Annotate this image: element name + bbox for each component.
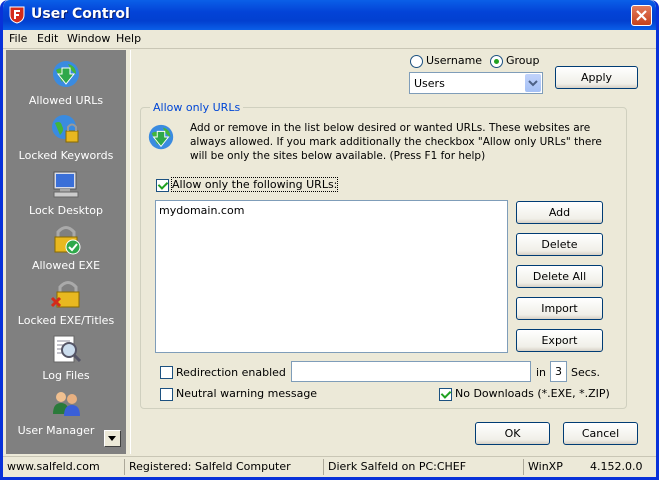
in-label: in bbox=[536, 366, 547, 379]
status-os: WinXP bbox=[523, 459, 563, 475]
ok-button[interactable]: OK bbox=[475, 422, 550, 445]
chevron-down-icon bbox=[528, 80, 538, 87]
redirection-checkbox-label: Redirection enabled bbox=[176, 366, 286, 379]
sidebar-label: Log Files bbox=[42, 369, 90, 382]
menu-bar: File Edit Window Help bbox=[3, 30, 656, 49]
sidebar-label: Locked EXE/Titles bbox=[17, 314, 115, 327]
delete-button[interactable]: Delete bbox=[516, 233, 603, 256]
title-bar[interactable]: User Control bbox=[3, 0, 656, 30]
cancel-button[interactable]: Cancel bbox=[563, 422, 638, 445]
user-group-select-value: Users bbox=[414, 77, 445, 90]
allow-only-checkbox-label[interactable]: Allow only the following URLs: bbox=[170, 177, 339, 192]
sidebar-label: Locked Keywords bbox=[18, 149, 114, 162]
allow-only-urls-group: Allow only URLs Add or remove in the lis… bbox=[140, 101, 627, 409]
menu-help[interactable]: Help bbox=[116, 32, 141, 45]
close-button[interactable] bbox=[631, 5, 652, 26]
status-bar: www.salfeld.com Registered: Salfeld Comp… bbox=[3, 456, 656, 477]
export-button[interactable]: Export bbox=[516, 329, 603, 352]
sidebar-item-locked-exe-titles[interactable]: Locked EXE/Titles bbox=[6, 278, 126, 333]
sidebar-label: User Manager bbox=[17, 424, 95, 437]
sidebar-label: Lock Desktop bbox=[29, 204, 103, 217]
sidebar-item-log-files[interactable]: Log Files bbox=[6, 333, 126, 388]
user-group-select[interactable]: Users bbox=[409, 72, 543, 94]
lock-check-icon bbox=[54, 226, 81, 255]
list-item[interactable]: mydomain.com bbox=[159, 204, 244, 217]
seconds-input[interactable]: 3 bbox=[550, 361, 567, 382]
status-user: Dierk Salfeld on PC:CHEF bbox=[323, 459, 466, 475]
username-radio[interactable] bbox=[410, 55, 423, 68]
status-registered: Registered: Salfeld Computer bbox=[124, 459, 291, 475]
menu-file[interactable]: File bbox=[9, 32, 27, 45]
allow-only-checkbox[interactable] bbox=[156, 179, 169, 192]
sidebar: Allowed URLs Locked Keywords Lock Deskto… bbox=[6, 50, 126, 454]
menu-edit[interactable]: Edit bbox=[37, 32, 58, 45]
redirection-checkbox[interactable] bbox=[160, 366, 173, 379]
neutral-warning-checkbox[interactable] bbox=[160, 388, 173, 401]
group-radio[interactable] bbox=[490, 55, 503, 68]
sidebar-item-lock-desktop[interactable]: Lock Desktop bbox=[6, 168, 126, 223]
apply-button[interactable]: Apply bbox=[555, 66, 638, 89]
menu-window[interactable]: Window bbox=[67, 32, 110, 45]
import-button[interactable]: Import bbox=[516, 297, 603, 320]
close-icon bbox=[636, 10, 647, 21]
username-radio-label: Username bbox=[426, 54, 483, 67]
status-version: 4.152.0.0 bbox=[590, 460, 643, 473]
main-panel: Username Group Users Apply Allow only UR… bbox=[131, 50, 656, 454]
secs-label: Secs. bbox=[571, 366, 601, 379]
status-website: www.salfeld.com bbox=[7, 460, 100, 473]
group-description: Add or remove in the list below desired … bbox=[190, 122, 602, 162]
group-radio-label: Group bbox=[506, 54, 540, 67]
add-button[interactable]: Add bbox=[516, 201, 603, 224]
sidebar-scroll-down-button[interactable] bbox=[104, 430, 121, 447]
app-shield-icon bbox=[9, 6, 25, 24]
no-downloads-checkbox-label: No Downloads (*.EXE, *.ZIP) bbox=[455, 387, 610, 400]
sidebar-item-allowed-exe[interactable]: Allowed EXE bbox=[6, 223, 126, 278]
users-icon bbox=[53, 392, 80, 416]
no-downloads-checkbox[interactable] bbox=[439, 388, 452, 401]
chevron-down-icon bbox=[108, 436, 116, 441]
sidebar-item-allowed-urls[interactable]: Allowed URLs bbox=[6, 58, 126, 113]
window-title: User Control bbox=[31, 6, 130, 22]
computer-icon bbox=[53, 171, 79, 198]
globe-lock-icon bbox=[52, 115, 79, 143]
delete-all-button[interactable]: Delete All bbox=[516, 265, 603, 288]
redirection-url-input[interactable] bbox=[291, 361, 531, 382]
neutral-warning-checkbox-label: Neutral warning message bbox=[176, 387, 318, 400]
magnifier-doc-icon bbox=[53, 335, 82, 363]
sidebar-label: Allowed EXE bbox=[31, 259, 101, 272]
group-title: Allow only URLs bbox=[150, 101, 244, 114]
app-window: User Control File Edit Window Help Allow… bbox=[0, 0, 659, 480]
sidebar-label: Allowed URLs bbox=[28, 94, 104, 107]
lock-x-icon bbox=[50, 281, 80, 308]
dropdown-button[interactable] bbox=[525, 74, 541, 92]
url-list[interactable]: mydomain.com bbox=[155, 200, 508, 353]
globe-arrow-icon bbox=[148, 124, 174, 150]
sidebar-item-locked-keywords[interactable]: Locked Keywords bbox=[6, 113, 126, 168]
globe-arrow-icon bbox=[53, 61, 79, 87]
